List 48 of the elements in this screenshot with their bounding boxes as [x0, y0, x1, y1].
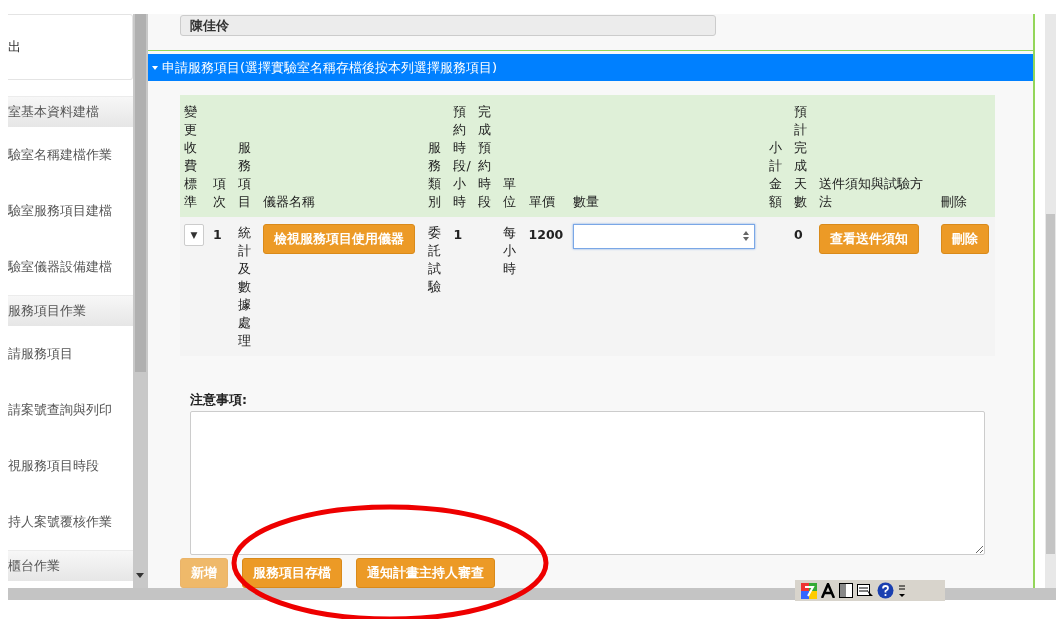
table-cell-text: 1200 — [528, 225, 565, 244]
half-width-icon[interactable] — [839, 583, 853, 598]
sidebar-header[interactable]: 櫃台作業 — [8, 550, 133, 581]
section-bar[interactable]: 申請服務項目(選擇實驗室名稱存檔後按本列選擇服務項目) — [148, 54, 1033, 81]
column-header: 變更收費標準 — [184, 102, 198, 211]
sidebar-item[interactable]: 請服務項目 — [8, 326, 133, 382]
column-header: 服務項目 — [237, 138, 252, 211]
sidebar-item[interactable]: 驗室名稱建檔作業 — [8, 127, 133, 183]
column-header: 儀器名稱 — [263, 192, 316, 211]
section-title: 申請服務項目(選擇實驗室名稱存檔後按本列選擇服務項目) — [162, 58, 498, 77]
column-header: 小計金額 — [769, 138, 783, 211]
help-icon[interactable] — [877, 582, 894, 599]
sidebar-item[interactable]: 視服務項目時段 — [8, 438, 133, 494]
table-cell-text: 0 — [794, 225, 804, 244]
scrollbar-thumb[interactable] — [1046, 214, 1055, 554]
sidebar-item[interactable]: 持人案號覆核作業 — [8, 494, 133, 550]
column-header: 項次 — [212, 174, 227, 211]
table-cell-text: 1 — [212, 225, 223, 244]
notes-field[interactable] — [190, 410, 985, 555]
table-cell-text: 統計及數據處理 — [237, 223, 252, 350]
table-cell-text: 每小時 — [503, 223, 518, 278]
sidebar-item[interactable]: 驗室服務項目建檔 — [8, 183, 133, 239]
quantity-field[interactable] — [572, 223, 755, 249]
keyboard-icon[interactable] — [857, 583, 873, 598]
column-header: 刪除 — [941, 192, 968, 211]
column-header: 單位 — [503, 174, 518, 211]
scroll-down-icon[interactable] — [136, 573, 144, 578]
column-header: 數量 — [572, 192, 600, 211]
dropdown-select[interactable]: ▼ — [184, 223, 204, 246]
sidebar-header[interactable]: 服務項目作業 — [8, 295, 133, 326]
sidebar-header[interactable]: 室基本資料建檔 — [8, 96, 133, 127]
column-header: 預計完成天數 — [794, 102, 809, 211]
ime-mode-icon[interactable] — [801, 582, 817, 599]
sidebar-item[interactable]: 請案號查詢與列印 — [8, 382, 133, 438]
spinner-icon[interactable] — [742, 230, 749, 241]
applicant-field[interactable]: 陳佳伶 — [180, 15, 716, 37]
column-header: 預約時段/小時 — [453, 102, 470, 211]
font-icon[interactable] — [821, 583, 835, 598]
sidebar-item[interactable]: 驗室儀器設備建檔 — [8, 239, 133, 295]
column-header: 完成預約時段 — [478, 102, 493, 211]
table-cell-text: 1 — [453, 225, 464, 244]
column-header: 送件須知與試驗方法 — [819, 174, 925, 211]
notes-label: 注意事項: — [190, 391, 248, 409]
table-cell-text: 委託試驗 — [428, 223, 443, 296]
options-icon[interactable] — [898, 583, 906, 598]
scrollbar-thumb[interactable] — [135, 14, 146, 372]
column-header: 服務類別 — [428, 138, 443, 211]
column-header: 單價 — [528, 192, 556, 211]
